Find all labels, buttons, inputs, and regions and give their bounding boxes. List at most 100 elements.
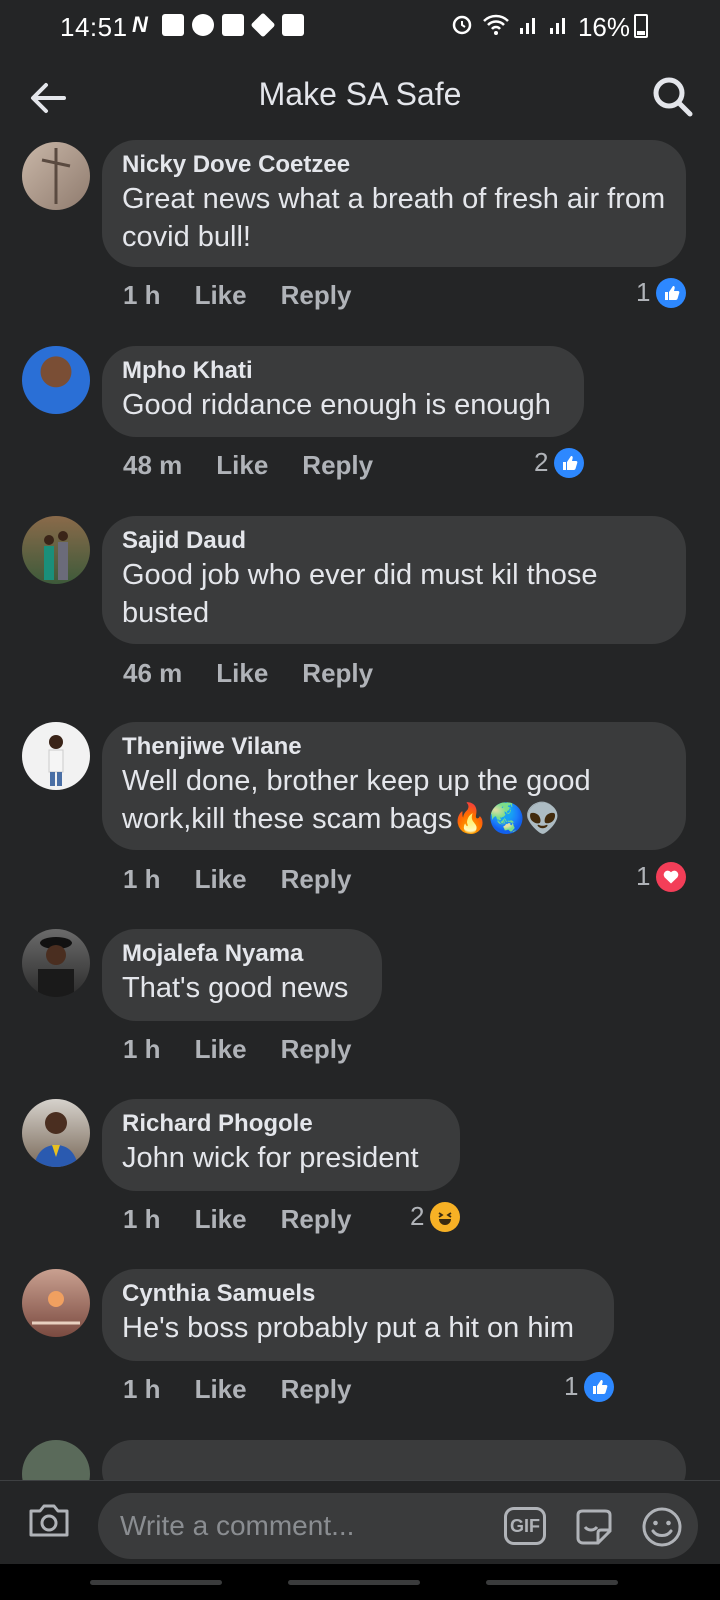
system-nav-bar [0, 1564, 720, 1600]
notification-icons: N [132, 12, 304, 38]
comment-bubble[interactable]: Richard Phogole John wick for president [102, 1099, 460, 1191]
comment-actions: 46 m Like Reply [123, 658, 373, 689]
image-notification-icon [282, 14, 304, 36]
page: 14:51 N 16% Make SA Safe Nicky Dove Coet… [0, 0, 720, 1600]
reply-button[interactable]: Reply [281, 1204, 352, 1235]
reaction-count: 2 [534, 447, 549, 477]
comment-time: 1 h [123, 1034, 161, 1064]
comment-input[interactable]: Write a comment... GIF [98, 1493, 698, 1559]
alarm-icon [452, 15, 472, 35]
nav-home-button[interactable] [288, 1580, 420, 1585]
comment-text: He's boss probably put a hit on him [122, 1312, 575, 1344]
comment-actions: 1 h Like Reply [123, 864, 351, 895]
emoji-icon[interactable] [640, 1505, 684, 1549]
reaction-summary[interactable]: 2 [534, 447, 585, 478]
comment-bubble[interactable]: Thenjiwe Vilane Well done, brother keep … [102, 722, 686, 850]
search-icon[interactable] [650, 74, 696, 120]
avatar[interactable] [22, 516, 90, 584]
reaction-count: 1 [636, 277, 651, 307]
reaction-count: 1 [636, 861, 651, 891]
haha-reaction-icon [430, 1201, 461, 1232]
reaction-summary[interactable]: 1 [636, 861, 687, 892]
status-bar: 14:51 N 16% [0, 0, 720, 54]
like-button[interactable]: Like [216, 658, 268, 689]
comment-author[interactable]: Sajid Daud [122, 526, 666, 556]
reply-button[interactable]: Reply [302, 450, 373, 481]
page-title: Make SA Safe [258, 76, 462, 112]
comment-text: Good job who ever did must kil those bus… [122, 559, 598, 629]
nav-recents-button[interactable] [90, 1580, 222, 1585]
comment-text: John wick for president [122, 1142, 419, 1174]
avatar[interactable] [22, 1269, 90, 1337]
camera-icon[interactable] [26, 1497, 72, 1543]
like-button[interactable]: Like [216, 450, 268, 481]
reaction-summary[interactable]: 2 [410, 1201, 461, 1232]
like-reaction-icon [554, 447, 585, 478]
comment-time: 46 m [123, 658, 183, 688]
comment-actions: 1 h Like Reply [123, 1034, 351, 1065]
system-icons [450, 12, 570, 36]
comment-bubble[interactable] [102, 1440, 686, 1480]
signal-icon [520, 18, 535, 34]
like-button[interactable]: Like [195, 1034, 247, 1065]
like-button[interactable]: Like [195, 280, 247, 311]
app-notification-icon: N [132, 12, 148, 37]
comment-author[interactable]: Richard Phogole [122, 1109, 440, 1139]
reaction-summary[interactable]: 1 [636, 277, 687, 308]
avatar[interactable] [22, 346, 90, 414]
comment-text: Well done, brother keep up the good work… [122, 765, 591, 835]
like-button[interactable]: Like [195, 1374, 247, 1405]
like-button[interactable]: Like [195, 864, 247, 895]
avatar[interactable] [22, 929, 90, 997]
reply-button[interactable]: Reply [281, 1034, 352, 1065]
comment-author[interactable]: Mpho Khati [122, 356, 564, 386]
battery-icon [634, 14, 648, 38]
battery-percent: 16% [577, 12, 630, 42]
diamond-notification-icon [250, 12, 276, 38]
wifi-icon [483, 14, 509, 35]
love-reaction-icon [656, 861, 687, 892]
reply-button[interactable]: Reply [281, 864, 352, 895]
avatar[interactable] [22, 722, 90, 790]
like-button[interactable]: Like [195, 1204, 247, 1235]
comment-bubble[interactable]: Mpho Khati Good riddance enough is enoug… [102, 346, 584, 437]
reaction-count: 1 [564, 1371, 579, 1401]
app-notification-icon [192, 14, 214, 36]
comment-actions: 1 h Like Reply [123, 1374, 351, 1405]
comment-bubble[interactable]: Nicky Dove Coetzee Great news what a bre… [102, 140, 686, 267]
reply-button[interactable]: Reply [302, 658, 373, 689]
comment-bubble[interactable]: Mojalefa Nyama That's good news [102, 929, 382, 1021]
comment-bubble[interactable]: Cynthia Samuels He's boss probably put a… [102, 1269, 614, 1361]
signal-icon [550, 18, 565, 34]
comment-time: 1 h [123, 280, 161, 310]
comment-text: Good riddance enough is enough [122, 389, 551, 421]
comment-text: Great news what a breath of fresh air fr… [122, 183, 666, 253]
comment-composer: Write a comment... GIF [0, 1480, 720, 1564]
avatar[interactable] [22, 1099, 90, 1167]
reply-button[interactable]: Reply [281, 1374, 352, 1405]
comment-time: 1 h [123, 1204, 161, 1234]
comment-actions: 1 h Like Reply [123, 1204, 351, 1235]
reaction-summary[interactable]: 1 [564, 1371, 615, 1402]
status-time: 14:51 [60, 12, 128, 42]
check-notification-icon [222, 14, 244, 36]
comment-bubble[interactable]: Sajid Daud Good job who ever did must ki… [102, 516, 686, 644]
header: Make SA Safe [0, 54, 720, 140]
comment-placeholder: Write a comment... [120, 1510, 355, 1541]
gif-icon[interactable]: GIF [504, 1507, 546, 1545]
comment-author[interactable]: Mojalefa Nyama [122, 939, 362, 969]
comment-time: 1 h [123, 1374, 161, 1404]
avatar[interactable] [22, 1440, 90, 1480]
sticker-icon[interactable] [572, 1505, 616, 1549]
reply-button[interactable]: Reply [281, 280, 352, 311]
comment-author[interactable]: Nicky Dove Coetzee [122, 150, 666, 180]
comment-author[interactable]: Cynthia Samuels [122, 1279, 594, 1309]
comment-author[interactable]: Thenjiwe Vilane [122, 732, 666, 762]
comment-actions: 1 h Like Reply [123, 280, 351, 311]
comment-actions: 48 m Like Reply [123, 450, 373, 481]
comment-time: 1 h [123, 864, 161, 894]
avatar[interactable] [22, 142, 90, 210]
nav-back-button[interactable] [486, 1580, 618, 1585]
like-reaction-icon [656, 277, 687, 308]
comment-time: 48 m [123, 450, 183, 480]
